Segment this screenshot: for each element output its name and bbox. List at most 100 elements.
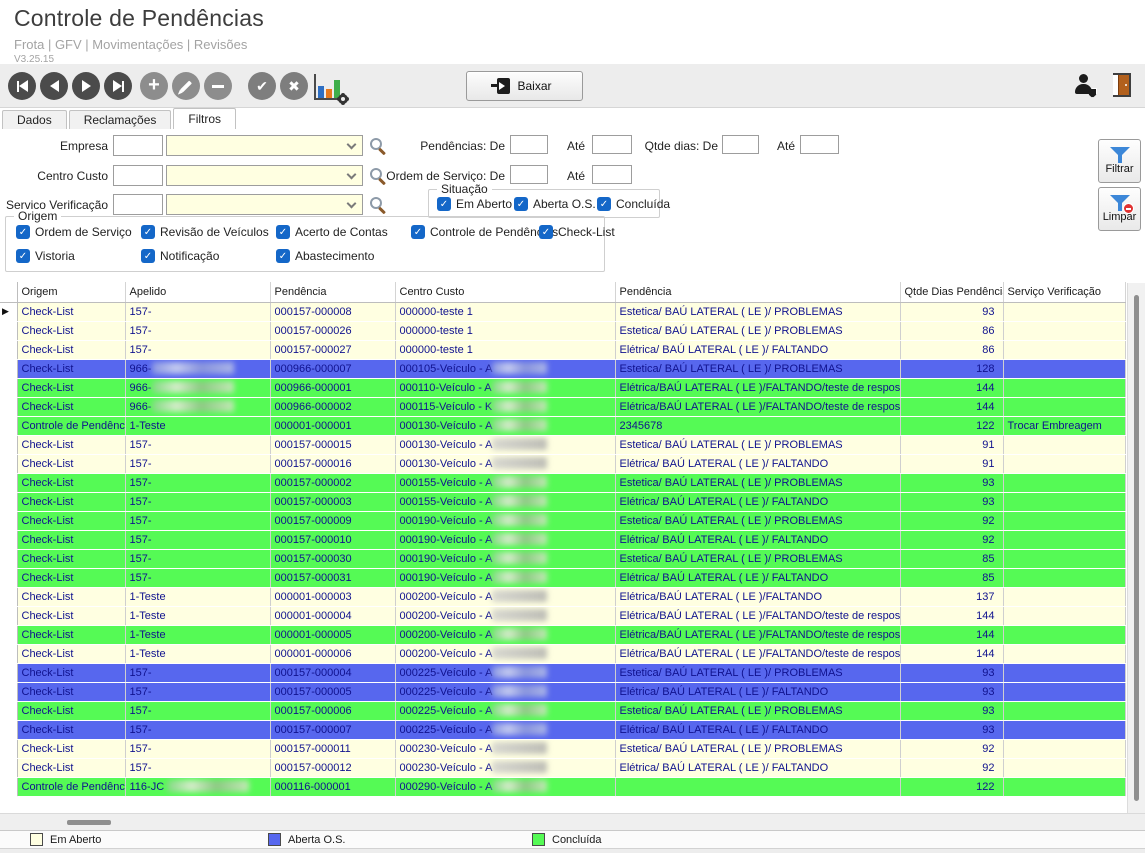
download-icon [497, 78, 510, 94]
column-header-qtde-dias-pendencia[interactable]: Qtde Dias Pendência [900, 282, 1003, 302]
ordem-servico-ate-input[interactable] [592, 165, 632, 184]
vertical-scrollbar[interactable] [1127, 283, 1145, 813]
servico-verificacao-code-input[interactable] [113, 194, 163, 215]
column-header-apelido[interactable]: Apelido [125, 282, 270, 302]
table-row[interactable]: Check-List157-000157-000026000000-teste … [0, 321, 1125, 340]
remove-icon[interactable] [204, 72, 232, 100]
origem-checkbox-vistoria[interactable]: ✓Vistoria [16, 249, 75, 263]
table-row[interactable]: Check-List157-000157-000009000190-Veícul… [0, 511, 1125, 530]
cell-pendencia: 000157-000008 [270, 302, 395, 321]
column-header-origem[interactable]: Origem [17, 282, 125, 302]
table-row[interactable]: Check-List1-Teste000001-000004000200-Veí… [0, 606, 1125, 625]
row-indicator [0, 492, 17, 511]
table-row[interactable]: Controle de Pendências1-Teste000001-0000… [0, 416, 1125, 435]
limpar-button[interactable]: Limpar [1098, 187, 1141, 231]
row-indicator [0, 435, 17, 454]
servico-verificacao-combo[interactable] [166, 194, 363, 215]
origem-checkbox-revisao-de-veiculos[interactable]: ✓Revisão de Veículos [141, 225, 269, 239]
table-row[interactable]: Check-List1-Teste000001-000006000200-Veí… [0, 644, 1125, 663]
ordem-servico-de-input[interactable] [510, 165, 548, 184]
cell-origem: Check-List [17, 530, 125, 549]
add-icon[interactable]: + [140, 72, 168, 100]
next-record-icon[interactable] [72, 72, 100, 100]
tab-filtros[interactable]: Filtros [173, 108, 236, 129]
situacao-checkbox-concluida[interactable]: ✓Concluída [597, 197, 670, 211]
table-row[interactable]: Check-List157-000157-000006000225-Veícul… [0, 701, 1125, 720]
column-header-pendencia[interactable]: Pendência [615, 282, 900, 302]
column-header-servico-verificacao[interactable]: Serviço Verificação [1003, 282, 1125, 302]
cell-pendencia: 000157-000004 [270, 663, 395, 682]
origem-checkbox-acerto-de-contas[interactable]: ✓Acerto de Contas [276, 225, 388, 239]
origem-checkbox-notificacao[interactable]: ✓Notificação [141, 249, 219, 263]
table-row[interactable]: Check-List157-000157-000012000230-Veícul… [0, 758, 1125, 777]
row-indicator [0, 606, 17, 625]
table-row[interactable]: Check-List157-000157-000030000190-Veícul… [0, 549, 1125, 568]
horizontal-scrollbar-thumb[interactable] [67, 820, 111, 825]
chart-settings-icon[interactable] [314, 74, 344, 100]
servico-verificacao-search-icon[interactable] [370, 197, 382, 209]
situacao-checkbox-aberta-o-s[interactable]: ✓Aberta O.S. [514, 197, 596, 211]
empresa-search-icon[interactable] [370, 138, 382, 150]
origem-checkbox-ordem-de-servico[interactable]: ✓Ordem de Serviço [16, 225, 132, 239]
column-header-centro-custo[interactable]: Centro Custo [395, 282, 615, 302]
column-header-pendencia[interactable]: Pendência [270, 282, 395, 302]
cancel-icon[interactable]: ✖ [280, 72, 308, 100]
cell-apelido: 1-Teste [125, 416, 270, 435]
exit-door-icon[interactable] [1113, 73, 1131, 97]
empresa-combo[interactable] [166, 135, 363, 156]
cell-servico-verificacao [1003, 663, 1125, 682]
table-row[interactable]: Check-List157-000157-000003000155-Veícul… [0, 492, 1125, 511]
checkbox-label: Aberta O.S. [533, 197, 596, 211]
legend-item-em-aberto: Em Aberto [30, 833, 101, 846]
table-row[interactable]: Check-List157-000157-000010000190-Veícul… [0, 530, 1125, 549]
vertical-scrollbar-thumb[interactable] [1134, 295, 1139, 801]
checkbox-label: Acerto de Contas [295, 225, 388, 239]
user-permission-icon[interactable] [1075, 73, 1095, 97]
cell-apelido: 966- [125, 359, 270, 378]
table-row[interactable]: Check-List1-Teste000001-000003000200-Veí… [0, 587, 1125, 606]
confirm-icon[interactable]: ✔ [248, 72, 276, 100]
edit-icon[interactable] [172, 72, 200, 100]
table-row[interactable]: ▶Check-List157-000157-000008000000-teste… [0, 302, 1125, 321]
table-row[interactable]: Check-List157-000157-000015000130-Veícul… [0, 435, 1125, 454]
origem-checkbox-abastecimento[interactable]: ✓Abastecimento [276, 249, 374, 263]
cell-qtde-dias: 93 [900, 473, 1003, 492]
table-row[interactable]: Check-List966-000966-000007000105-Veícul… [0, 359, 1125, 378]
table-row[interactable]: Check-List157-000157-000005000225-Veícul… [0, 682, 1125, 701]
table-row[interactable]: Check-List157-000157-000016000130-Veícul… [0, 454, 1125, 473]
cell-servico-verificacao [1003, 682, 1125, 701]
cell-pendencia: 000116-000001 [270, 777, 395, 796]
tab-dados[interactable]: Dados [2, 110, 67, 129]
origem-checkbox-check-list[interactable]: ✓Check-List [539, 225, 615, 239]
table-row[interactable]: Check-List157-000157-000004000225-Veícul… [0, 663, 1125, 682]
qtde-dias-de-input[interactable] [722, 135, 759, 154]
situacao-checkbox-em-aberto[interactable]: ✓Em Aberto [437, 197, 512, 211]
tab-reclamacoes[interactable]: Reclamações [69, 110, 172, 129]
cell-centro-custo: 000130-Veículo - A [395, 435, 615, 454]
bottom-strip [0, 848, 1145, 853]
origem-checkbox-controle-de-pendencias[interactable]: ✓Controle de Pendências [411, 225, 558, 239]
empresa-code-input[interactable] [113, 135, 163, 156]
first-record-icon[interactable] [8, 72, 36, 100]
pendencias-de-input[interactable] [510, 135, 548, 154]
table-row[interactable]: Check-List1-Teste000001-000005000200-Veí… [0, 625, 1125, 644]
table-row[interactable]: Check-List966-000966-000001000110-Veícul… [0, 378, 1125, 397]
centro-custo-combo[interactable] [166, 165, 363, 186]
table-row[interactable]: Check-List966-000966-000002000115-Veícul… [0, 397, 1125, 416]
baixar-button[interactable]: Baixar [466, 71, 583, 101]
cell-pendencia: 000157-000011 [270, 739, 395, 758]
centro-custo-code-input[interactable] [113, 165, 163, 186]
filtrar-button[interactable]: Filtrar [1098, 139, 1141, 183]
last-record-icon[interactable] [104, 72, 132, 100]
qtde-dias-ate-input[interactable] [800, 135, 839, 154]
cell-apelido: 116-JC [125, 777, 270, 796]
prev-record-icon[interactable] [40, 72, 68, 100]
horizontal-scrollbar[interactable] [0, 813, 1145, 830]
table-row[interactable]: Check-List157-000157-000007000225-Veícul… [0, 720, 1125, 739]
table-row[interactable]: Check-List157-000157-000027000000-teste … [0, 340, 1125, 359]
cell-origem: Check-List [17, 663, 125, 682]
table-row[interactable]: Check-List157-000157-000002000155-Veícul… [0, 473, 1125, 492]
table-row[interactable]: Check-List157-000157-000031000190-Veícul… [0, 568, 1125, 587]
table-row[interactable]: Check-List157-000157-000011000230-Veícul… [0, 739, 1125, 758]
table-row[interactable]: Controle de Pendências116-JC 000116-0000… [0, 777, 1125, 796]
